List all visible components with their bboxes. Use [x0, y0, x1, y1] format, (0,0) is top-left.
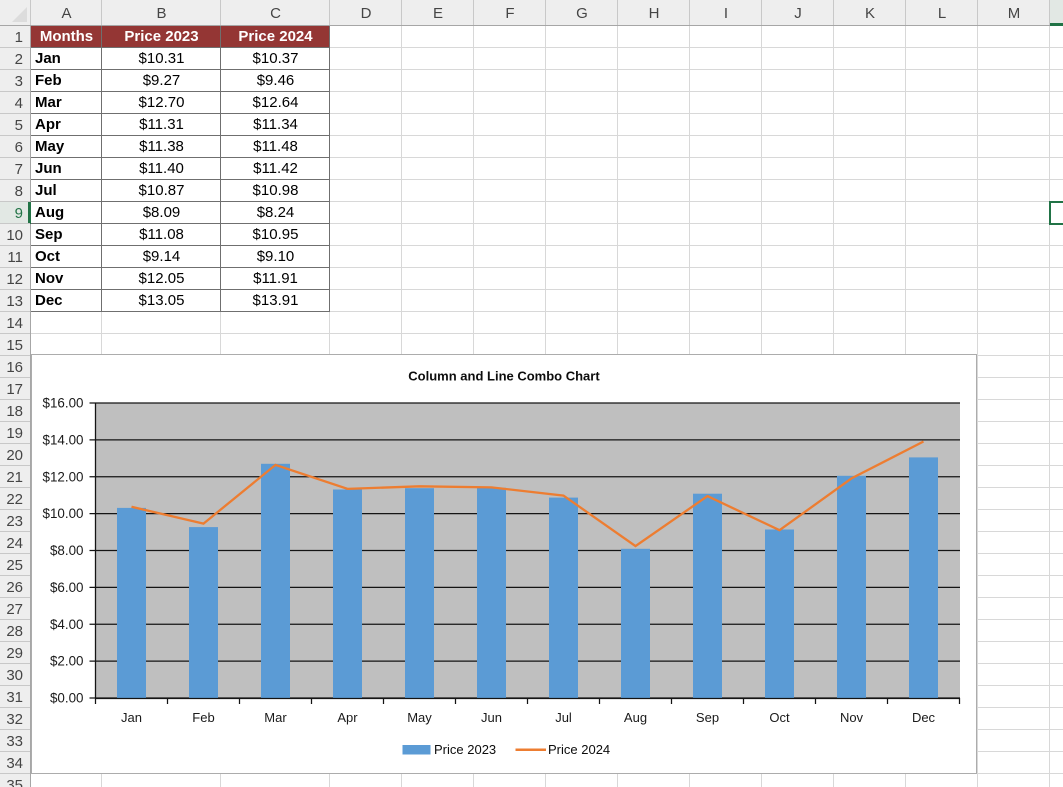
svg-text:$10.00: $10.00 — [43, 506, 84, 521]
svg-text:Jul: Jul — [555, 710, 572, 725]
svg-text:$6.00: $6.00 — [50, 580, 84, 595]
svg-text:Jan: Jan — [121, 710, 142, 725]
svg-text:$0.00: $0.00 — [50, 691, 84, 706]
svg-text:$4.00: $4.00 — [50, 617, 84, 632]
svg-text:Column and Line Combo Chart: Column and Line Combo Chart — [408, 369, 600, 384]
svg-text:Aug: Aug — [624, 710, 647, 725]
svg-text:$16.00: $16.00 — [43, 396, 84, 411]
svg-text:Apr: Apr — [337, 710, 358, 725]
svg-text:Price 2024: Price 2024 — [548, 742, 610, 757]
svg-text:Jun: Jun — [481, 710, 502, 725]
svg-text:May: May — [407, 710, 432, 725]
svg-text:Sep: Sep — [696, 710, 719, 725]
svg-text:$8.00: $8.00 — [50, 543, 84, 558]
svg-text:Nov: Nov — [840, 710, 864, 725]
svg-text:$14.00: $14.00 — [43, 432, 84, 447]
svg-text:Mar: Mar — [264, 710, 287, 725]
svg-text:$2.00: $2.00 — [50, 654, 84, 669]
svg-text:Oct: Oct — [769, 710, 790, 725]
svg-text:Price 2023: Price 2023 — [434, 742, 496, 757]
svg-text:Dec: Dec — [912, 710, 936, 725]
svg-text:Feb: Feb — [192, 710, 214, 725]
svg-text:$12.00: $12.00 — [43, 469, 84, 484]
